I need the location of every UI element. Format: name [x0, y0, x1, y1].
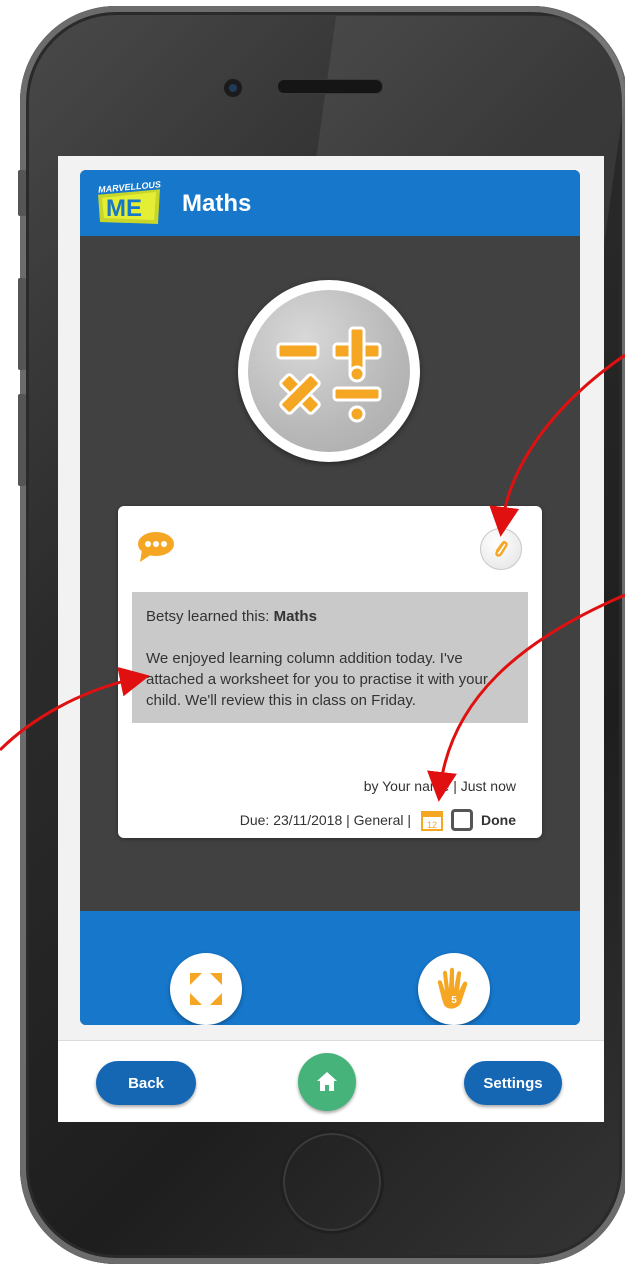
due-info: Due: 23/11/2018 | General | — [239, 812, 411, 828]
speech-bubble-icon — [136, 526, 176, 566]
volume-down-button — [18, 394, 26, 486]
learned-heading: Betsy learned this: Maths — [146, 606, 514, 627]
page-title: Maths — [182, 190, 252, 217]
home-button[interactable] — [298, 1053, 356, 1111]
volume-up-button — [18, 278, 26, 370]
paperclip-icon — [495, 540, 508, 557]
learning-card: Betsy learned this: Maths We enjoyed lea… — [118, 506, 542, 838]
high-five-button[interactable]: 5 — [418, 953, 490, 1025]
mute-switch — [18, 170, 26, 216]
done-label: Done — [481, 812, 516, 828]
home-icon — [317, 1072, 337, 1091]
attachment-button[interactable] — [480, 528, 522, 570]
learned-subject: Maths — [273, 608, 317, 625]
phone-home-button — [280, 1130, 384, 1234]
app-logo: ME MARVELLOUS — [95, 179, 164, 226]
bottom-nav: Back Settings — [58, 1040, 604, 1122]
learning-message: Betsy learned this: Maths We enjoyed lea… — [132, 592, 528, 723]
calendar-icon[interactable]: 12 — [421, 809, 443, 831]
settings-button[interactable]: Settings — [464, 1061, 562, 1105]
expand-arrows-icon — [190, 973, 222, 1005]
svg-text:5: 5 — [451, 995, 457, 1006]
earpiece-speaker — [277, 79, 383, 94]
app-header: ME MARVELLOUS Maths — [80, 170, 580, 236]
high-five-hand-icon: 5 — [437, 967, 468, 1009]
expand-button[interactable] — [170, 953, 242, 1025]
app-panel: ME MARVELLOUS Maths Betsy learned this: … — [80, 170, 580, 1025]
subject-badge — [238, 280, 420, 462]
calendar-day: 12 — [427, 820, 437, 830]
maths-operators-icon — [248, 290, 410, 452]
learned-prefix: Betsy learned this: — [146, 608, 274, 625]
author-byline: by Your name | Just now — [363, 778, 516, 794]
front-camera — [222, 77, 244, 99]
action-band — [80, 911, 580, 1025]
phone-screen: ME MARVELLOUS Maths Betsy learned this: … — [58, 156, 604, 1122]
due-row: Due: 23/11/2018 | General | 12 Done — [240, 808, 516, 832]
back-button[interactable]: Back — [96, 1061, 196, 1105]
done-checkbox[interactable] — [451, 809, 473, 831]
message-body: We enjoyed learning column addition toda… — [146, 650, 488, 709]
svg-text:ME: ME — [106, 195, 142, 222]
